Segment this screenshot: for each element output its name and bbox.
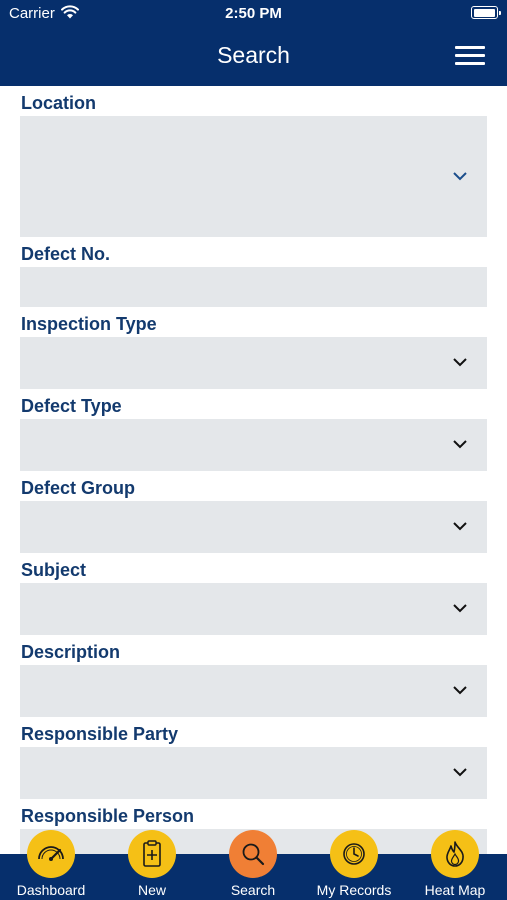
chevron-down-icon bbox=[453, 358, 467, 367]
defect-type-select[interactable] bbox=[20, 419, 487, 471]
page-title: Search bbox=[217, 42, 290, 68]
tab-search-button[interactable] bbox=[229, 830, 277, 878]
tab-new[interactable]: New bbox=[102, 830, 202, 900]
location-label: Location bbox=[21, 93, 96, 113]
tab-heat-map-button[interactable] bbox=[431, 830, 479, 878]
tab-heat-map-label: Heat Map bbox=[424, 882, 486, 898]
search-form: Location Defect No. Inspection Type Defe… bbox=[20, 86, 487, 854]
new-clipboard-icon bbox=[143, 840, 161, 867]
tab-my-records-button[interactable] bbox=[330, 830, 378, 878]
defect-no-input[interactable] bbox=[20, 267, 487, 307]
defect-type-label: Defect Type bbox=[21, 396, 122, 416]
inspection-type-label: Inspection Type bbox=[21, 314, 157, 334]
inspection-type-select[interactable] bbox=[20, 337, 487, 389]
status-time: 2:50 PM bbox=[225, 5, 282, 22]
search-icon bbox=[242, 843, 265, 866]
tab-dashboard[interactable]: Dashboard bbox=[1, 830, 101, 900]
defect-group-label: Defect Group bbox=[21, 478, 136, 498]
hamburger-menu-icon[interactable] bbox=[455, 46, 485, 66]
battery-level bbox=[473, 8, 495, 17]
chevron-down-icon bbox=[453, 686, 467, 695]
defect-group-select[interactable] bbox=[20, 501, 487, 553]
chevron-down-icon bbox=[453, 604, 467, 613]
chevron-down-icon bbox=[453, 522, 467, 531]
chevron-down-icon bbox=[453, 768, 467, 777]
description-select[interactable] bbox=[20, 665, 487, 717]
flame-icon bbox=[446, 841, 464, 867]
description-label: Description bbox=[21, 642, 121, 662]
clock-icon bbox=[343, 843, 365, 865]
responsible-person-label: Responsible Person bbox=[21, 806, 195, 826]
subject-label: Subject bbox=[21, 560, 87, 580]
chevron-down-icon bbox=[453, 440, 467, 449]
location-select[interactable] bbox=[20, 116, 487, 237]
tab-search[interactable]: Search bbox=[203, 830, 303, 900]
defect-no-label: Defect No. bbox=[21, 244, 111, 264]
status-bar: Carrier 2:50 PM bbox=[0, 0, 507, 28]
subject-select[interactable] bbox=[20, 583, 487, 635]
chevron-down-icon bbox=[453, 172, 467, 181]
tab-dashboard-button[interactable] bbox=[27, 830, 75, 878]
navigation-bar: Carrier 2:50 PM Search bbox=[0, 0, 507, 86]
gauge-icon bbox=[38, 846, 64, 861]
tab-heat-map[interactable]: Heat Map bbox=[405, 830, 505, 900]
responsible-party-select[interactable] bbox=[20, 747, 487, 799]
battery-icon bbox=[471, 6, 501, 19]
tab-my-records[interactable]: My Records bbox=[304, 830, 404, 900]
tab-new-button[interactable] bbox=[128, 830, 176, 878]
responsible-party-label: Responsible Party bbox=[21, 724, 179, 744]
